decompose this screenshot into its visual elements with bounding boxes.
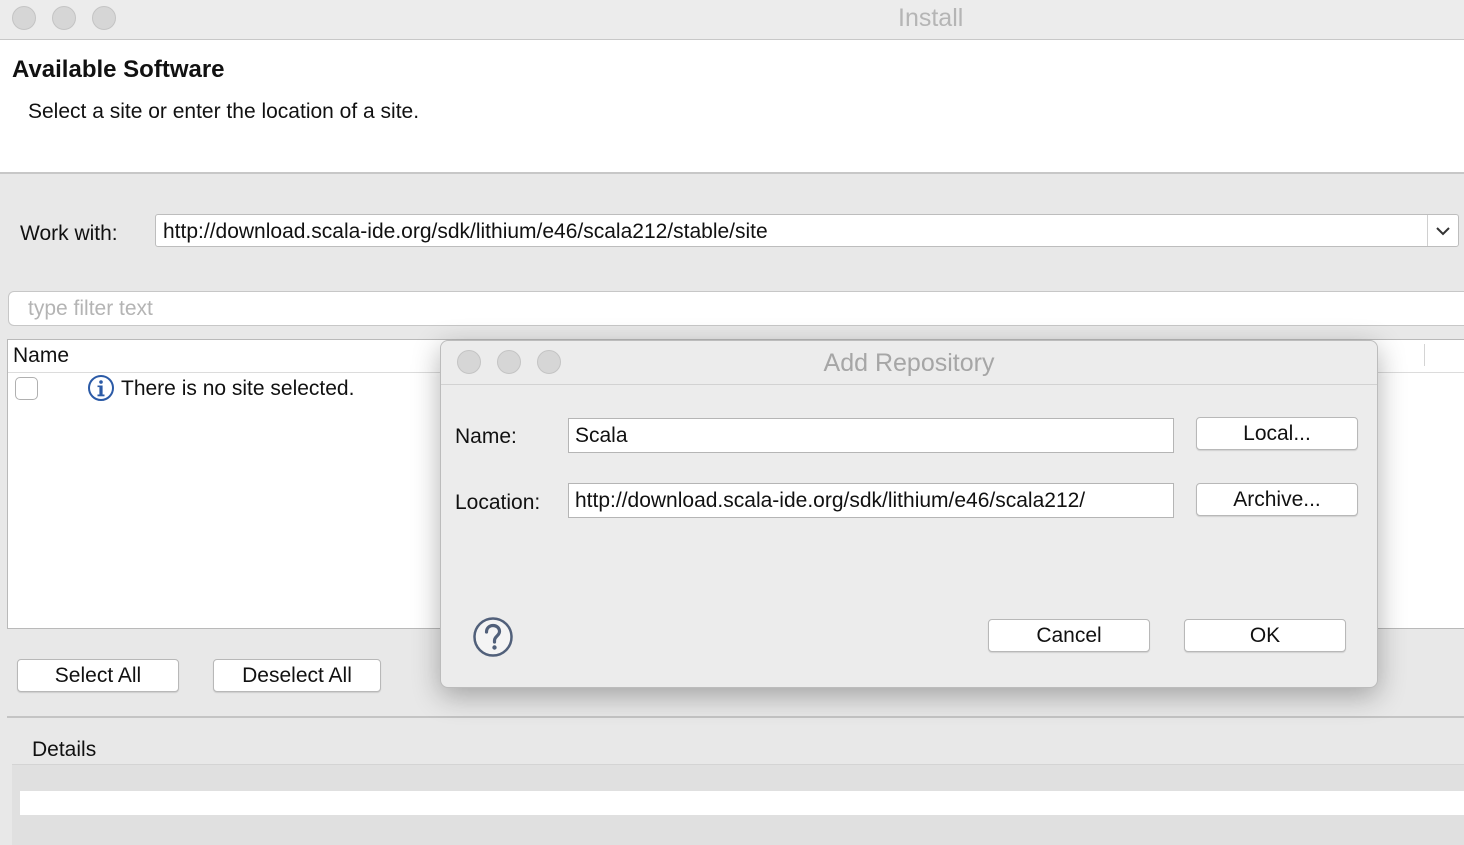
location-label: Location: (455, 491, 541, 514)
minimize-window-button[interactable] (52, 6, 76, 30)
window-title: Install (898, 4, 964, 32)
archive-button[interactable]: Archive... (1196, 483, 1358, 516)
cancel-button[interactable]: Cancel (988, 619, 1150, 652)
details-text-area (20, 791, 1464, 815)
no-site-message: There is no site selected. (121, 377, 355, 400)
dialog-title: Add Repository (823, 349, 995, 377)
tree-item-checkbox[interactable] (15, 377, 38, 400)
details-panel (12, 764, 1464, 845)
chevron-down-icon[interactable] (1427, 215, 1458, 246)
work-with-value: http://download.scala-ide.org/sdk/lithiu… (163, 220, 768, 243)
dialog-titlebar: Add Repository (441, 341, 1377, 385)
details-label: Details (32, 738, 97, 761)
work-with-label: Work with: (20, 222, 118, 245)
name-field[interactable]: Scala (568, 418, 1174, 453)
local-button[interactable]: Local... (1196, 417, 1358, 450)
work-with-combo[interactable]: http://download.scala-ide.org/sdk/lithiu… (155, 214, 1459, 247)
window-titlebar: Install (0, 0, 1464, 40)
page-title: Available Software (12, 56, 225, 83)
page-subtitle: Select a site or enter the location of a… (28, 100, 420, 123)
info-icon (87, 374, 115, 407)
ok-button[interactable]: OK (1184, 619, 1346, 652)
location-field[interactable]: http://download.scala-ide.org/sdk/lithiu… (568, 483, 1174, 518)
add-repository-dialog: Add Repository Name: Scala Local... Loca… (440, 340, 1378, 688)
name-label: Name: (455, 425, 517, 448)
deselect-all-button[interactable]: Deselect All (213, 659, 381, 692)
help-icon[interactable] (472, 616, 514, 663)
section-divider (7, 716, 1464, 718)
zoom-window-button[interactable] (92, 6, 116, 30)
select-all-button[interactable]: Select All (17, 659, 179, 692)
close-window-button[interactable] (12, 6, 36, 30)
filter-input[interactable]: type filter text (8, 291, 1464, 326)
column-name-header[interactable]: Name (13, 344, 69, 368)
column-divider (1424, 344, 1425, 366)
